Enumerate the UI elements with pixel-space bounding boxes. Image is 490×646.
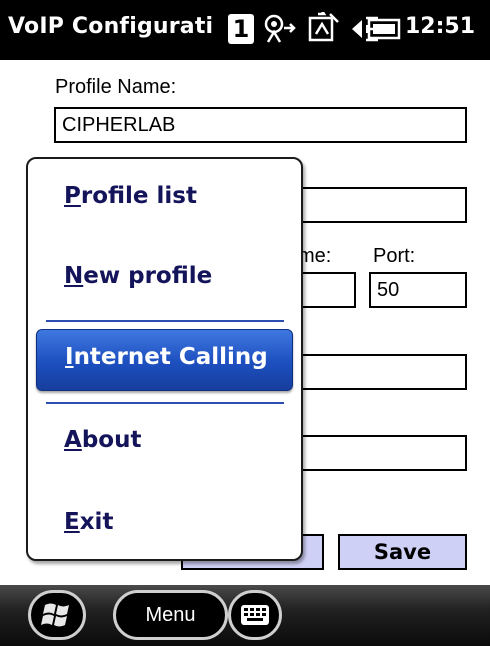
profile-name-label: Profile Name: (55, 76, 177, 98)
popup-menu: Profile list New profile Internet Callin… (26, 157, 303, 561)
menu-item-label: Internet Calling (65, 344, 268, 370)
sync-icon[interactable] (306, 12, 342, 46)
save-button[interactable]: Save (338, 534, 467, 570)
server-field[interactable] (290, 187, 467, 223)
menu-item-internet-calling[interactable]: Internet Calling (36, 329, 293, 391)
clock-time[interactable]: 12:51 (405, 14, 475, 39)
menu-item-about[interactable]: About (64, 427, 141, 453)
battery-icon[interactable] (366, 14, 402, 44)
menu-separator (46, 402, 284, 404)
bottom-taskbar: Menu (0, 585, 490, 646)
port-label: Port: (373, 245, 416, 267)
port-field[interactable]: 50 (369, 272, 467, 308)
menu-button-label: Menu (145, 604, 196, 626)
keyboard-icon (241, 605, 269, 625)
menu-button[interactable]: Menu (113, 590, 228, 640)
tray-number-badge[interactable]: 1 (228, 14, 254, 44)
windows-start-icon (41, 603, 69, 627)
menu-item-profile-list[interactable]: Profile list (64, 183, 197, 209)
status-bar: VoIP Configurati 1 12:51 (0, 0, 490, 60)
profile-name-field[interactable]: CIPHERLAB (54, 107, 467, 143)
menu-item-new-profile[interactable]: New profile (64, 263, 212, 289)
connectivity-icon[interactable] (262, 12, 298, 46)
username-field[interactable] (290, 354, 467, 390)
menu-item-exit[interactable]: Exit (64, 509, 113, 535)
name-label-partial: me: (298, 245, 332, 267)
password-field[interactable] (290, 435, 467, 471)
window-title: VoIP Configurati (8, 14, 214, 39)
keyboard-button[interactable] (228, 590, 282, 640)
start-button[interactable] (28, 590, 86, 640)
menu-separator (46, 320, 284, 322)
